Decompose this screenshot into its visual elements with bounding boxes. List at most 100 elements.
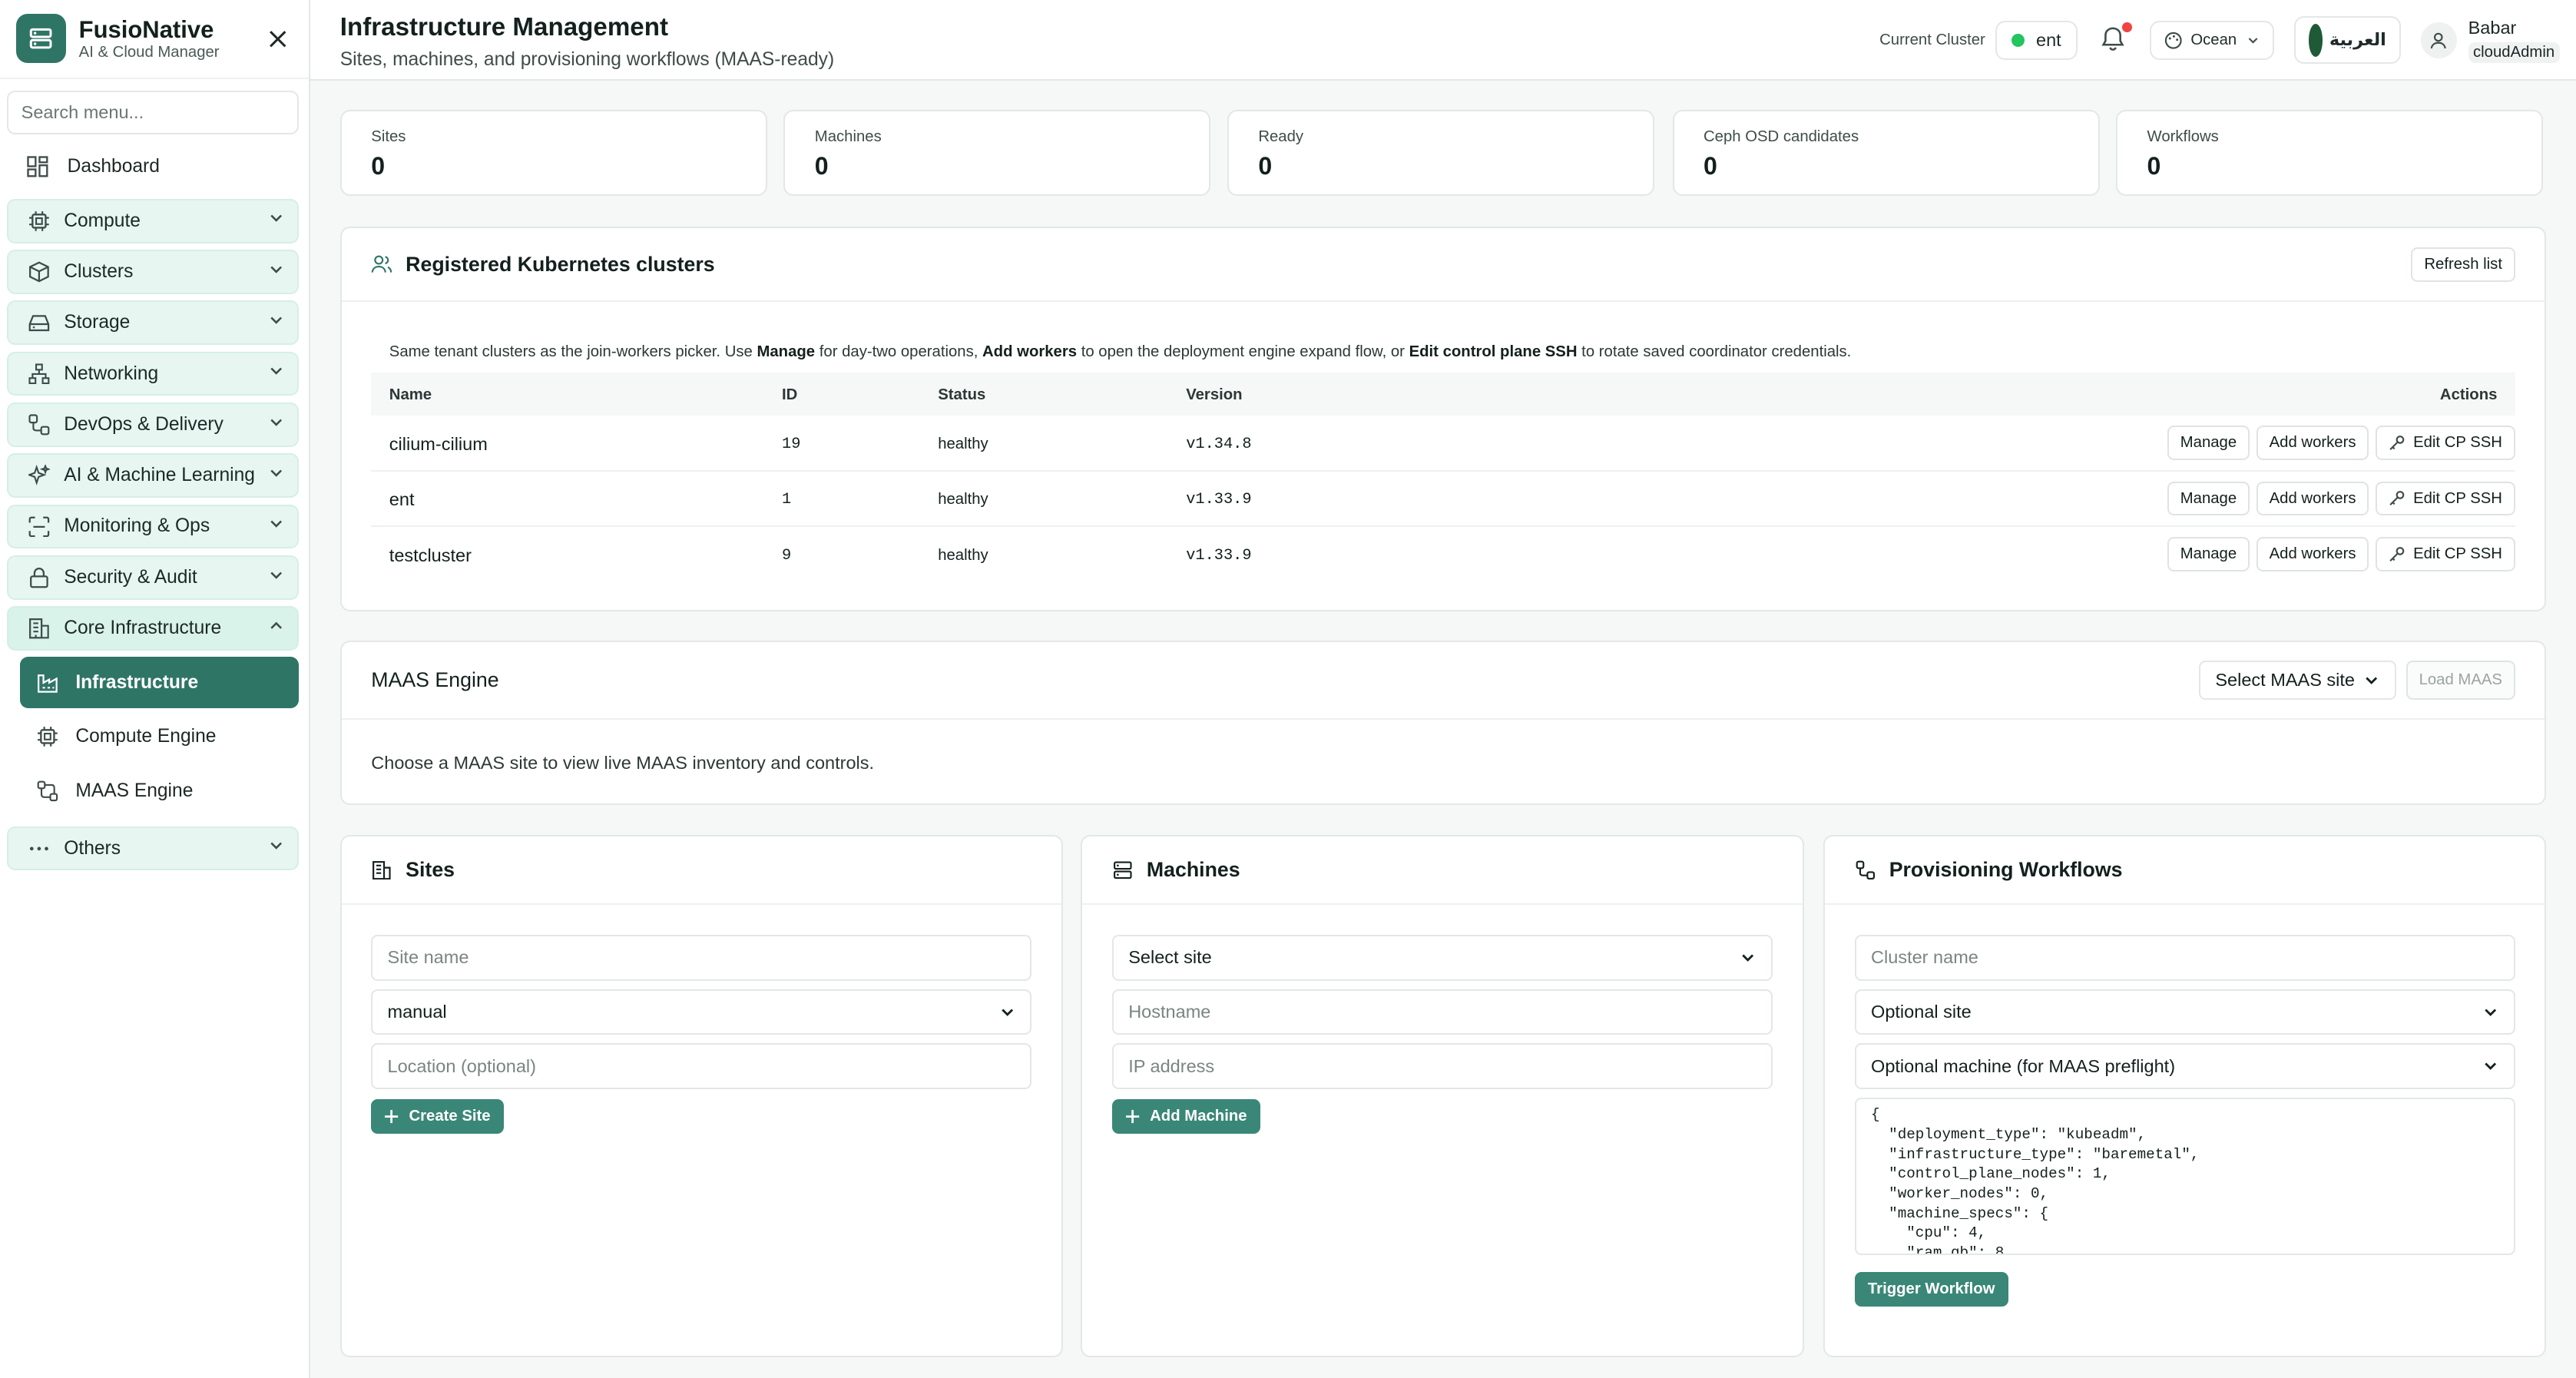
chevron-down-icon [999,1004,1015,1020]
edit-cp-ssh-label: Edit CP SSH [2413,545,2502,563]
sites-card: Sites manual Create Site [339,834,1063,1357]
theme-selector[interactable]: Ocean [2150,20,2275,61]
sidebar-group-monitoring[interactable]: Monitoring & Ops [6,504,300,549]
workflow-icon [28,413,51,436]
workflow-machine-select[interactable]: Optional machine (for MAAS preflight) [1854,1043,2515,1089]
add-workers-button[interactable]: Add workers [2256,481,2369,516]
card-header: Machines [1082,836,1803,906]
sidebar-item-label: Dashboard [67,156,160,177]
stat-card-machines: Machines 0 [783,110,1211,196]
edit-cp-ssh-button[interactable]: Edit CP SSH [2376,425,2515,460]
sparkles-icon [28,464,51,487]
cluster-name-input[interactable] [1854,934,2515,981]
help-text-bold: Manage [757,343,816,360]
edit-cp-ssh-button[interactable]: Edit CP SSH [2376,481,2515,516]
column-header-name: Name [389,386,432,403]
sidebar-item-label: Core Infrastructure [64,618,222,639]
palette-icon [2164,31,2183,50]
status-dot-icon [2011,33,2025,47]
sidebar-group-others[interactable]: Others [6,826,300,871]
plus-icon [1125,1109,1140,1124]
column-header-status: Status [938,386,986,403]
load-maas-button[interactable]: Load MAAS [2405,660,2515,701]
workflow-config-editor[interactable]: { "deployment_type": "kubeadm", "infrast… [1854,1097,2515,1256]
sidebar-group-networking[interactable]: Networking [6,351,300,396]
sidebar-group-devops[interactable]: DevOps & Delivery [6,402,300,447]
sidebar-group-compute[interactable]: Compute [6,198,300,243]
sidebar-group-security[interactable]: Security & Audit [6,555,300,600]
machine-site-select[interactable]: Select site [1111,934,1773,981]
cluster-id: 1 [782,491,792,509]
sidebar-item-maas-engine[interactable]: MAAS Engine [20,766,300,817]
table-header: Name ID Status Version Actions [371,373,2515,416]
add-workers-button[interactable]: Add workers [2256,425,2369,460]
cpu-icon [36,725,59,748]
add-machine-button[interactable]: Add Machine [1111,1098,1260,1134]
stat-value: 0 [814,152,829,181]
stat-value: 0 [2147,152,2161,181]
sidebar-item-infrastructure[interactable]: Infrastructure [19,657,300,708]
chevron-up-icon [268,618,284,639]
language-switcher[interactable]: العربية [2293,16,2401,65]
edit-cp-ssh-label: Edit CP SSH [2413,489,2502,507]
cube-icon [28,260,51,283]
user-menu[interactable]: Babar cloudAdmin [2420,17,2560,64]
theme-value: Ocean [2190,31,2237,48]
add-workers-button[interactable]: Add workers [2256,537,2369,572]
sites-title: Sites [406,858,455,882]
maas-title: MAAS Engine [371,667,499,691]
chevron-down-icon [268,837,284,859]
machines-title: Machines [1146,858,1240,882]
language-label: العربية [2329,30,2386,51]
help-text-bold: Add workers [982,343,1078,360]
close-icon[interactable] [263,24,293,54]
stat-value: 0 [371,152,386,181]
menu-search-input[interactable] [6,90,300,135]
stat-card-workflows: Workflows 0 [2116,110,2544,196]
chevron-down-icon [2482,1058,2498,1074]
sidebar-group-core-infrastructure[interactable]: Core Infrastructure [6,606,300,651]
current-cluster-selector[interactable]: ent [1995,20,2078,61]
card-header: Registered Kubernetes clusters Refresh l… [341,228,2545,303]
ip-address-input[interactable] [1111,1043,1773,1089]
building-icon [28,617,51,640]
user-name: Babar [2468,17,2517,38]
cpu-icon [28,210,51,233]
clusters-help-text: Same tenant clusters as the join-workers… [389,343,1852,361]
machines-card: Machines Select site Add Machine [1081,834,1804,1357]
chevron-down-icon [268,261,284,283]
help-text-bold: Edit control plane SSH [1409,343,1578,360]
create-site-button[interactable]: Create Site [371,1098,504,1134]
sidebar-group-clusters[interactable]: Clusters [6,250,300,294]
cluster-version: v1.33.9 [1186,491,1252,509]
sidebar-group-storage[interactable]: Storage [6,300,300,346]
chevron-down-icon [1740,949,1756,966]
cluster-id: 9 [782,547,792,565]
sidebar-item-compute-engine[interactable]: Compute Engine [20,711,300,762]
chevron-down-icon [268,312,284,333]
manage-button[interactable]: Manage [2167,425,2250,460]
maas-site-select[interactable]: Select MAAS site [2199,660,2396,701]
hostname-input[interactable] [1111,989,1773,1035]
stat-card-sites: Sites 0 [339,110,767,196]
site-name-input[interactable] [371,934,1032,981]
manage-button[interactable]: Manage [2167,537,2250,572]
refresh-list-button[interactable]: Refresh list [2411,247,2515,282]
cluster-status: healthy [938,435,988,452]
workflow-site-select[interactable]: Optional site [1854,989,2515,1035]
route-icon [36,780,59,803]
table-row: cilium-cilium 19 healthy v1.34.8 Manage … [371,416,2515,472]
site-location-input[interactable] [371,1043,1032,1089]
bell-icon[interactable] [2101,22,2132,55]
site-type-select[interactable]: manual [371,989,1032,1035]
sidebar-group-ai-ml[interactable]: AI & Machine Learning [6,453,300,499]
cluster-status: healthy [938,491,988,508]
stat-label: Sites [371,128,406,145]
sidebar-item-dashboard[interactable]: Dashboard [7,144,300,189]
card-header: Sites [341,836,1061,906]
manage-button[interactable]: Manage [2167,481,2250,516]
current-cluster-value: ent [2035,29,2061,50]
trigger-workflow-button[interactable]: Trigger Workflow [1854,1271,2008,1307]
user-icon [2420,22,2457,58]
edit-cp-ssh-button[interactable]: Edit CP SSH [2376,537,2515,572]
